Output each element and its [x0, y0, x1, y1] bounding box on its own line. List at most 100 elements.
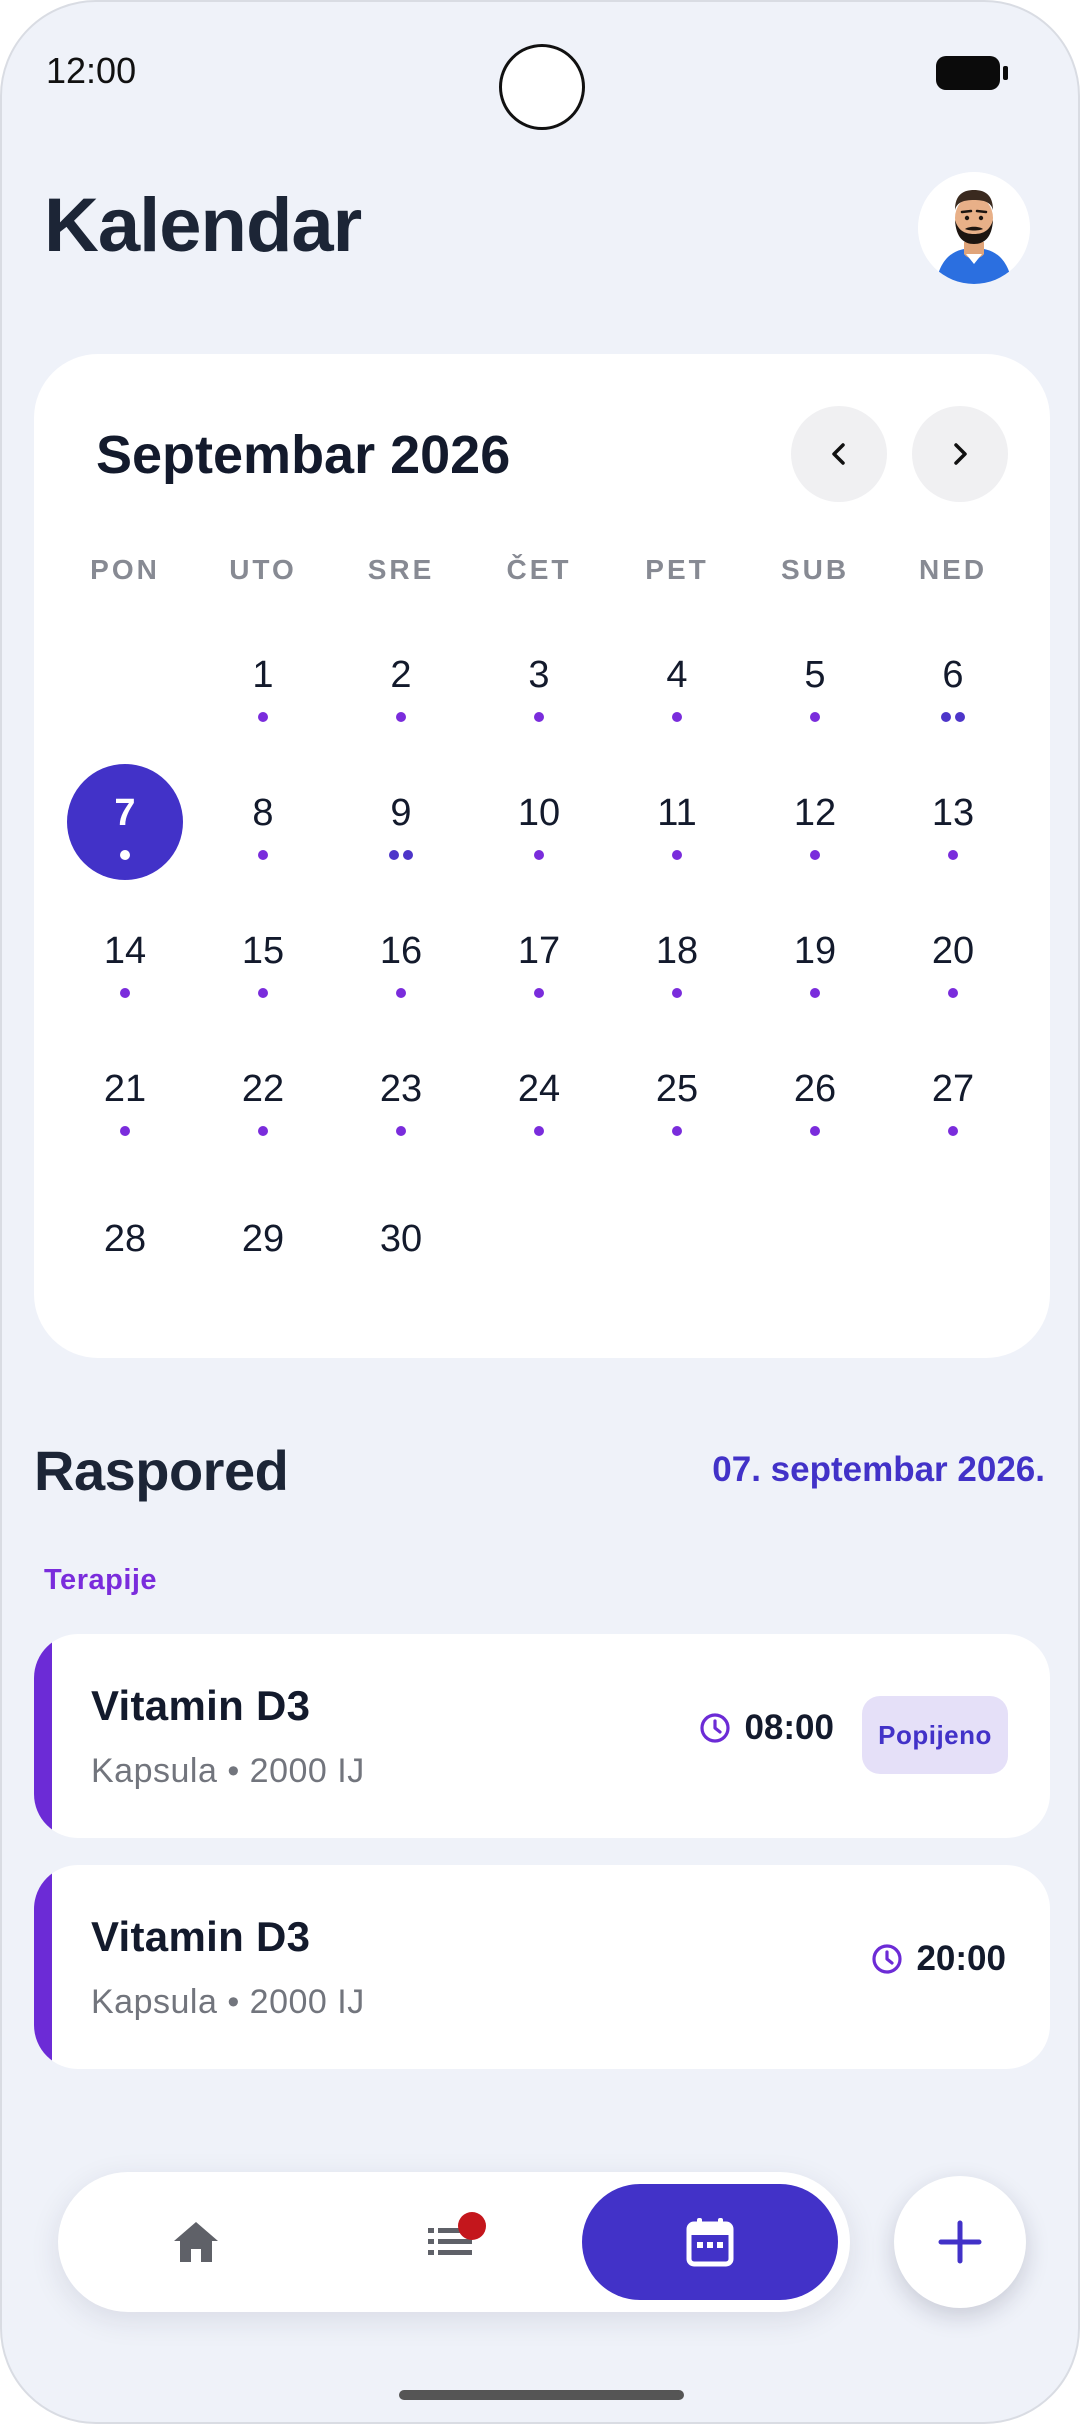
event-dot	[948, 988, 958, 998]
calendar-day-number: 10	[517, 792, 561, 834]
therapy-accent-bar	[34, 1634, 52, 1838]
calendar-day-number: 3	[528, 654, 550, 696]
calendar-day[interactable]: 13	[884, 750, 1022, 888]
event-dot	[258, 1126, 268, 1136]
calendar-day[interactable]: 1	[194, 612, 332, 750]
event-dots	[258, 712, 268, 723]
event-dots	[396, 1126, 406, 1137]
nav-calendar[interactable]	[582, 2184, 838, 2300]
plus-icon	[938, 2220, 982, 2264]
calendar-day[interactable]: 25	[608, 1026, 746, 1164]
event-dot	[810, 850, 820, 860]
event-dot	[120, 1126, 130, 1136]
calendar-day-number: 6	[942, 654, 964, 696]
event-dots	[396, 988, 406, 999]
event-dots	[534, 1126, 544, 1137]
event-dot	[258, 988, 268, 998]
calendar-day[interactable]: 23	[332, 1026, 470, 1164]
event-dots	[672, 850, 682, 861]
calendar-day[interactable]: 17	[470, 888, 608, 1026]
event-dots	[389, 850, 413, 861]
calendar-day[interactable]: 29	[194, 1164, 332, 1302]
calendar-day-number: 15	[241, 930, 285, 972]
calendar-day[interactable]: 12	[746, 750, 884, 888]
calendar-day-number: 8	[252, 792, 274, 834]
bottom-navigation	[58, 2172, 850, 2312]
event-dots	[948, 1126, 958, 1137]
calendar-day[interactable]: 2	[332, 612, 470, 750]
calendar-day-number: 27	[931, 1068, 975, 1110]
calendar-day-number: 4	[666, 654, 688, 696]
event-dot	[396, 1126, 406, 1136]
therapy-card[interactable]: Vitamin D3 Kapsula • 2000 IJ 08:00 Popij…	[34, 1634, 1050, 1838]
event-dots	[120, 1126, 130, 1137]
bearded-man-avatar-icon	[918, 172, 1030, 284]
calendar-day[interactable]: 18	[608, 888, 746, 1026]
calendar-day[interactable]: 8	[194, 750, 332, 888]
status-time: 12:00	[46, 50, 137, 91]
previous-month-button[interactable]	[791, 406, 887, 502]
calendar-day[interactable]: 3	[470, 612, 608, 750]
event-dots	[534, 988, 544, 999]
nav-therapy-list[interactable]	[394, 2184, 510, 2300]
calendar-day-number: 13	[931, 792, 975, 834]
calendar-day[interactable]: 11	[608, 750, 746, 888]
calendar-day[interactable]: 9	[332, 750, 470, 888]
calendar-day[interactable]: 22	[194, 1026, 332, 1164]
chevron-right-icon	[954, 443, 967, 465]
calendar-day-number: 9	[390, 792, 412, 834]
calendar-day[interactable]: 14	[56, 888, 194, 1026]
event-dot	[672, 850, 682, 860]
calendar-day-number: 23	[379, 1068, 423, 1110]
calendar-day[interactable]: 19	[746, 888, 884, 1026]
event-dot	[955, 712, 965, 722]
calendar-day[interactable]: 27	[884, 1026, 1022, 1164]
phone-screen: 12:00 Kalendar Septembar 2026 PON UTO SR…	[0, 0, 1080, 2424]
event-dots	[258, 988, 268, 999]
section-label-therapies: Terapije	[44, 1564, 158, 1596]
calendar-day-empty	[56, 612, 194, 750]
add-therapy-button[interactable]	[894, 2176, 1026, 2308]
event-dot	[672, 712, 682, 722]
calendar-day-number: 16	[379, 930, 423, 972]
calendar-day[interactable]: 30	[332, 1164, 470, 1302]
event-dot	[396, 988, 406, 998]
calendar-day[interactable]: 26	[746, 1026, 884, 1164]
event-dots	[948, 850, 958, 861]
calendar-day[interactable]: 6	[884, 612, 1022, 750]
calendar-day-number: 7	[114, 792, 136, 834]
page-title: Kalendar	[44, 183, 362, 268]
weekday-label: UTO	[229, 554, 297, 585]
event-dot	[389, 850, 399, 860]
avatar[interactable]	[918, 172, 1030, 284]
home-icon	[174, 2222, 218, 2262]
calendar-day[interactable]: 21	[56, 1026, 194, 1164]
next-month-button[interactable]	[912, 406, 1008, 502]
calendar-day[interactable]: 4	[608, 612, 746, 750]
event-dots	[534, 850, 544, 861]
event-dots	[810, 988, 820, 999]
calendar-day[interactable]: 5	[746, 612, 884, 750]
weekday-label: PET	[645, 554, 709, 585]
therapy-accent-bar	[34, 1865, 52, 2069]
therapy-card[interactable]: Vitamin D3 Kapsula • 2000 IJ 20:00	[34, 1865, 1050, 2069]
calendar-day[interactable]: 24	[470, 1026, 608, 1164]
event-dot	[672, 988, 682, 998]
calendar-day[interactable]: 15	[194, 888, 332, 1026]
calendar-day[interactable]: 28	[56, 1164, 194, 1302]
clock-icon	[700, 1713, 731, 1743]
event-dots	[672, 1126, 682, 1137]
event-dot	[810, 712, 820, 722]
calendar-day-number: 19	[793, 930, 837, 972]
calendar-day[interactable]: 10	[470, 750, 608, 888]
calendar-day-number: 25	[655, 1068, 699, 1110]
event-dot	[258, 850, 268, 860]
calendar-day[interactable]: 7	[56, 750, 194, 888]
nav-home[interactable]	[138, 2184, 254, 2300]
calendar-day-number: 11	[657, 792, 697, 834]
calendar-day[interactable]: 20	[884, 888, 1022, 1026]
event-dot	[534, 1126, 544, 1136]
calendar-day-number: 28	[103, 1218, 147, 1260]
notification-badge	[458, 2212, 486, 2240]
calendar-day[interactable]: 16	[332, 888, 470, 1026]
